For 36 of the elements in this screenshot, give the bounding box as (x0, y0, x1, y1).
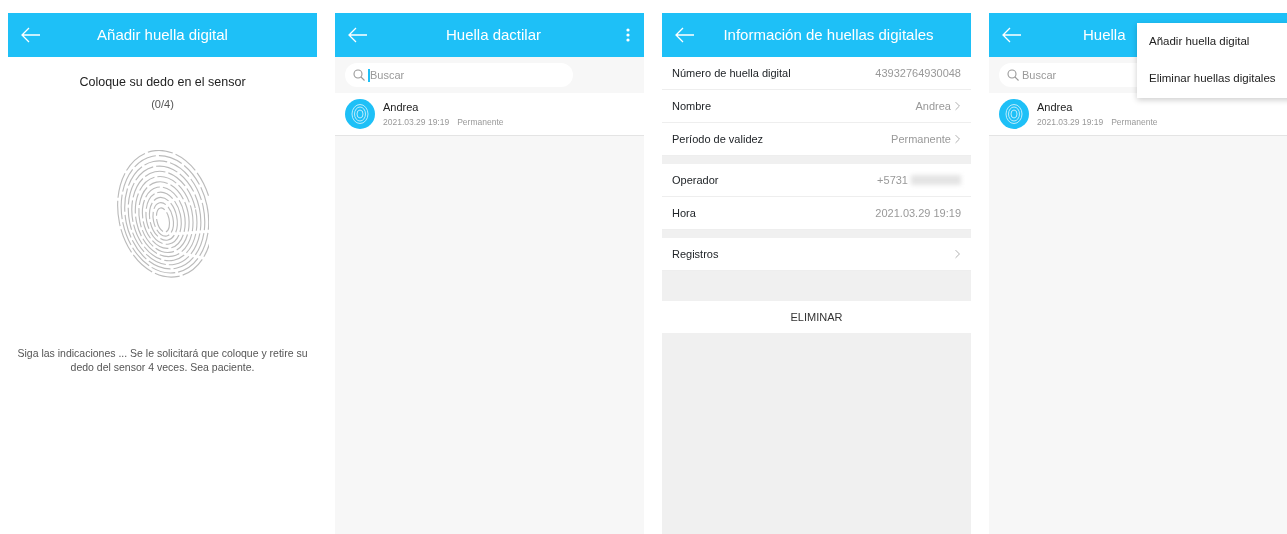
screen-title: Huella (1083, 24, 1126, 45)
field-label: Período de validez (672, 131, 764, 147)
search-icon (1007, 69, 1019, 81)
back-arrow-icon[interactable] (347, 27, 369, 43)
instruction-text: Siga las indicaciones ... Se le solicitará que coloque y retire su dedo del sensor 4 veces. Sea paciente. (16, 347, 309, 375)
field-value: Permanente (891, 131, 951, 147)
field-label: Nombre (672, 98, 712, 114)
instruction-title: Coloque su dedo en el sensor (78, 74, 247, 91)
field-label: Número de huella digital (672, 65, 791, 81)
item-date: 2021.03.29 19:19 (1037, 115, 1104, 129)
screen-title: Huella dactilar (444, 24, 542, 45)
field-label: Operador (672, 172, 719, 188)
menu-item[interactable]: Añadir huella digital (1137, 23, 1287, 61)
search-placeholder: Buscar (370, 67, 405, 83)
more-menu-icon[interactable] (626, 28, 630, 42)
field-value: +5731 (877, 172, 908, 188)
fingerprint-avatar-icon (345, 99, 375, 129)
field-value: 2021.03.29 19:19 (875, 205, 961, 221)
fingerprint-avatar-icon (999, 99, 1029, 129)
field-label: Registros (672, 246, 719, 262)
screen-title: Añadir huella digital (96, 24, 229, 45)
progress-counter: (0/4) (150, 96, 175, 112)
field-value: Andrea (915, 98, 951, 114)
item-name: Andrea (383, 100, 420, 116)
field-label: Hora (672, 205, 696, 221)
field-value: 43932764930048 (875, 65, 961, 81)
item-validity: Permanente (1111, 115, 1158, 129)
back-arrow-icon[interactable] (674, 27, 696, 43)
search-icon (353, 69, 365, 81)
item-date: 2021.03.29 19:19 (383, 115, 450, 129)
search-placeholder: Buscar (1022, 67, 1057, 83)
item-validity: Permanente (457, 115, 504, 129)
back-arrow-icon[interactable] (1001, 27, 1023, 43)
back-arrow-icon[interactable] (20, 27, 42, 43)
item-name: Andrea (1037, 100, 1074, 116)
screen-title: Información de huellas digitales (722, 24, 935, 45)
